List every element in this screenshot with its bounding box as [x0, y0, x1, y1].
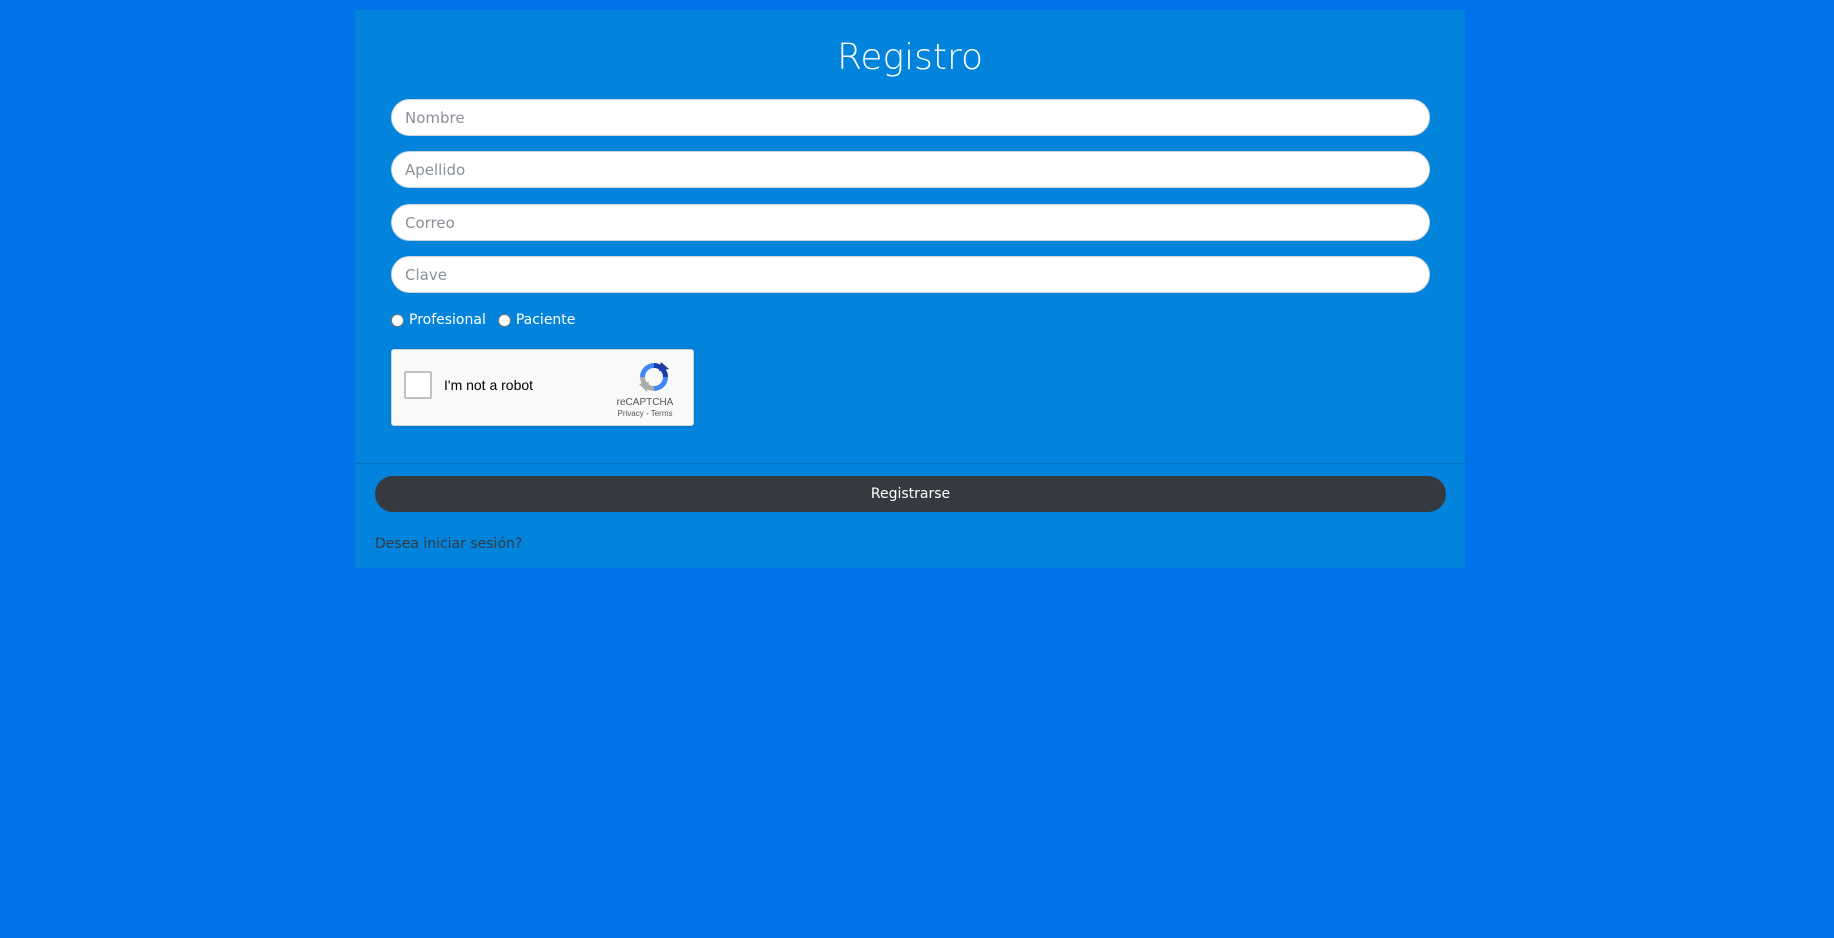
correo-input[interactable] [391, 204, 1430, 241]
nombre-input[interactable] [391, 99, 1430, 136]
recaptcha-checkbox[interactable] [404, 371, 432, 399]
recaptcha-brand: reCAPTCHA [616, 397, 674, 408]
apellido-input[interactable] [391, 151, 1430, 188]
clave-input[interactable] [391, 256, 1430, 293]
login-link[interactable]: Desea iniciar sesión? [375, 536, 522, 552]
paciente-radio[interactable] [497, 313, 511, 327]
card-divider [355, 463, 1465, 464]
recaptcha-logo-icon [639, 362, 669, 392]
registrarse-button[interactable]: Registrarse [375, 476, 1446, 512]
profesional-label[interactable]: Profesional [409, 312, 486, 328]
role-radio-group: Profesional Paciente [391, 310, 587, 330]
recaptcha-links[interactable]: Privacy - Terms [600, 409, 690, 418]
recaptcha-label: I'm not a robot [444, 377, 534, 393]
recaptcha-widget: I'm not a robot reCAPTCHA Privacy - Term… [391, 349, 694, 426]
page-title: Registro [836, 37, 984, 78]
profesional-radio[interactable] [391, 313, 404, 327]
paciente-label[interactable]: Paciente [516, 312, 576, 328]
registration-card: Registro Profesional Paciente I'm not a … [355, 10, 1465, 568]
